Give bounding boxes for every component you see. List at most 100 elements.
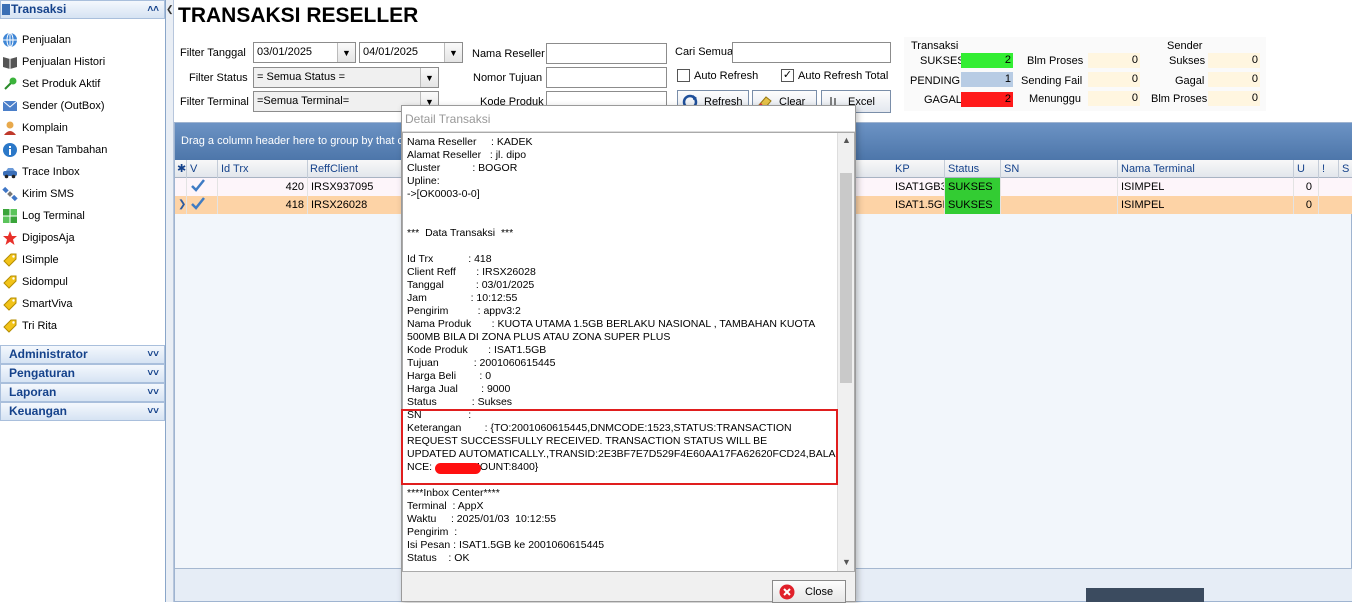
chevron-down-icon[interactable]: ˅˅ <box>147 403 159 420</box>
detail-line: Status : OK <box>407 552 470 564</box>
globe-icon <box>2 32 18 48</box>
col-header-sn[interactable]: SN <box>1001 160 1118 178</box>
group-header-pengaturan[interactable]: Pengaturan ˅˅ <box>0 364 165 383</box>
close-button[interactable]: Close <box>772 580 846 603</box>
group-hint-text: Drag a column header here to group by th… <box>181 135 403 147</box>
detail-textarea[interactable]: Nama Reseller : KADEK Alamat Reseller : j… <box>402 132 855 572</box>
detail-line: Waktu : 2025/01/03 10:12:55 <box>407 513 557 525</box>
col-header-id-trx[interactable]: Id Trx <box>218 160 308 178</box>
chevron-down-icon[interactable]: ˅˅ <box>147 365 159 382</box>
sidebar-item-pesan-tambahan[interactable]: Pesan Tambahan <box>0 139 165 161</box>
nama-reseller-input[interactable] <box>546 43 667 64</box>
cell-kp: ISAT1GB3 <box>892 178 945 196</box>
terminal-select-value: =Semua Terminal= <box>257 95 350 107</box>
pin-icon <box>2 76 18 92</box>
sender-sukses-count: 0 <box>1208 53 1260 68</box>
info-icon <box>2 142 18 158</box>
col-header-reff-client[interactable]: ReffClient <box>308 160 402 178</box>
chevron-down-icon[interactable]: ˅˅ <box>147 384 159 401</box>
detail-line: Harga Jual : 9000 <box>407 383 511 395</box>
row-pointer-icon[interactable]: ❯ <box>175 196 187 214</box>
row-selector[interactable] <box>175 178 187 196</box>
chevron-down-icon[interactable]: ▼ <box>420 68 438 87</box>
col-header-s[interactable]: S <box>1339 160 1352 178</box>
col-header-u[interactable]: U <box>1294 160 1319 178</box>
sidebar-item-tri-rita[interactable]: Tri Rita <box>0 315 165 337</box>
tag-icon <box>2 274 18 290</box>
sidebar-item-digiposaja[interactable]: DigiposAja <box>0 227 165 249</box>
sidebar-item-label: Log Terminal <box>22 210 85 222</box>
user-icon <box>2 120 18 136</box>
scrollbar-thumb[interactable] <box>840 173 852 383</box>
col-header-kp[interactable]: KP <box>892 160 945 178</box>
col-header-v[interactable]: V <box>187 160 218 178</box>
cari-semua-input[interactable] <box>732 42 891 63</box>
group-label: Laporan <box>9 385 57 399</box>
checkmark-icon[interactable] <box>187 178 218 196</box>
group-header-keuangan[interactable]: Keuangan ˅˅ <box>0 402 165 421</box>
auto-refresh-total-checkbox[interactable]: ✓ Auto Refresh Total <box>781 69 888 82</box>
detail-line: Kode Produk : ISAT1.5GB <box>407 344 547 356</box>
tag-icon <box>2 296 18 312</box>
sidebar-item-smartviva[interactable]: SmartViva <box>0 293 165 315</box>
detail-line: Pengirim : appv3:2 <box>407 305 521 317</box>
taskbar <box>1086 588 1204 602</box>
checkbox-box[interactable] <box>677 69 690 82</box>
cell-u: 0 <box>1294 178 1319 196</box>
group-header-transaksi[interactable]: Transaksi ˄˄ <box>0 0 165 19</box>
date-from-picker[interactable]: 03/01/2025 ▼ <box>253 42 356 63</box>
chevron-up-icon[interactable]: ▲ <box>838 135 854 149</box>
col-header-exclamation[interactable]: ! <box>1319 160 1339 178</box>
col-header-status[interactable]: Status <box>945 160 1001 178</box>
group-label: Keuangan <box>9 404 68 418</box>
navigation-sidebar: Transaksi ˄˄ Penjualan Penjualan Histori S… <box>0 0 166 602</box>
chevron-down-icon[interactable]: ▼ <box>838 557 854 571</box>
detail-line: *** Data Transaksi *** <box>407 227 514 239</box>
cari-semua-label: Cari Semua <box>675 46 734 58</box>
detail-line: Id Trx : 418 <box>407 253 492 265</box>
detail-line: ->[OK0003-0-0] <box>407 188 480 200</box>
auto-refresh-label: Auto Refresh <box>694 69 759 82</box>
sidebar-item-label: Kirim SMS <box>22 188 74 200</box>
cell-status: SUKSES <box>945 196 1001 214</box>
sidebar-item-set-produk-aktif[interactable]: Set Produk Aktif <box>0 73 165 95</box>
detail-line: ****Inbox Center**** <box>407 487 500 499</box>
sidebar-item-sender-outbox[interactable]: Sender (OutBox) <box>0 95 165 117</box>
sending-fail-count: 0 <box>1088 72 1140 87</box>
auto-refresh-total-label: Auto Refresh Total <box>798 69 889 82</box>
sidebar-item-log-terminal[interactable]: Log Terminal <box>0 205 165 227</box>
col-header-nama-terminal[interactable]: Nama Terminal <box>1118 160 1294 178</box>
checkmark-icon[interactable]: ✓ <box>781 69 794 82</box>
chevron-down-icon[interactable]: ˅˅ <box>147 346 159 363</box>
sidebar-item-isimple[interactable]: ISimple <box>0 249 165 271</box>
sukses-count: 2 <box>961 53 1013 68</box>
detail-line: Cluster : BOGOR <box>407 162 518 174</box>
sidebar-item-trace-inbox[interactable]: Trace Inbox <box>0 161 165 183</box>
sidebar-item-komplain[interactable]: Komplain <box>0 117 165 139</box>
sidebar-item-sidompul[interactable]: Sidompul <box>0 271 165 293</box>
sidebar-item-penjualan[interactable]: Penjualan <box>0 29 165 51</box>
chevron-down-icon[interactable]: ▼ <box>444 43 462 62</box>
nama-reseller-label: Nama Reseller <box>472 48 545 60</box>
nomor-tujuan-input[interactable] <box>546 67 667 88</box>
auto-refresh-checkbox[interactable]: Auto Refresh <box>677 69 758 82</box>
row-selector-header[interactable]: ✱ <box>175 160 187 178</box>
sidebar-splitter[interactable]: ❮ <box>166 0 174 602</box>
close-icon <box>779 584 795 600</box>
group-header-laporan[interactable]: Laporan ˅˅ <box>0 383 165 402</box>
puzzle-icon <box>2 208 18 224</box>
chevron-up-icon[interactable]: ˄˄ <box>147 1 159 18</box>
chevron-down-icon[interactable]: ▼ <box>337 43 355 62</box>
vertical-scrollbar[interactable]: ▲ ▼ <box>837 133 854 571</box>
nomor-tujuan-label: Nomor Tujuan <box>473 72 543 84</box>
checkmark-icon[interactable] <box>187 196 218 214</box>
group-header-administrator[interactable]: Administrator ˅˅ <box>0 345 165 364</box>
detail-line: Harga Beli : 0 <box>407 370 492 382</box>
sidebar-item-penjualan-histori[interactable]: Penjualan Histori <box>0 51 165 73</box>
sidebar-item-kirim-sms[interactable]: Kirim SMS <box>0 183 165 205</box>
status-select[interactable]: = Semua Status = ▼ <box>253 67 439 88</box>
chevron-left-icon[interactable]: ❮ <box>166 4 174 15</box>
filter-terminal-label: Filter Terminal <box>180 96 249 108</box>
date-to-picker[interactable]: 04/01/2025 ▼ <box>359 42 463 63</box>
detail-line: 500MB BILA DI ZONA PLUS ATAU ZONA SUPER … <box>407 331 671 343</box>
